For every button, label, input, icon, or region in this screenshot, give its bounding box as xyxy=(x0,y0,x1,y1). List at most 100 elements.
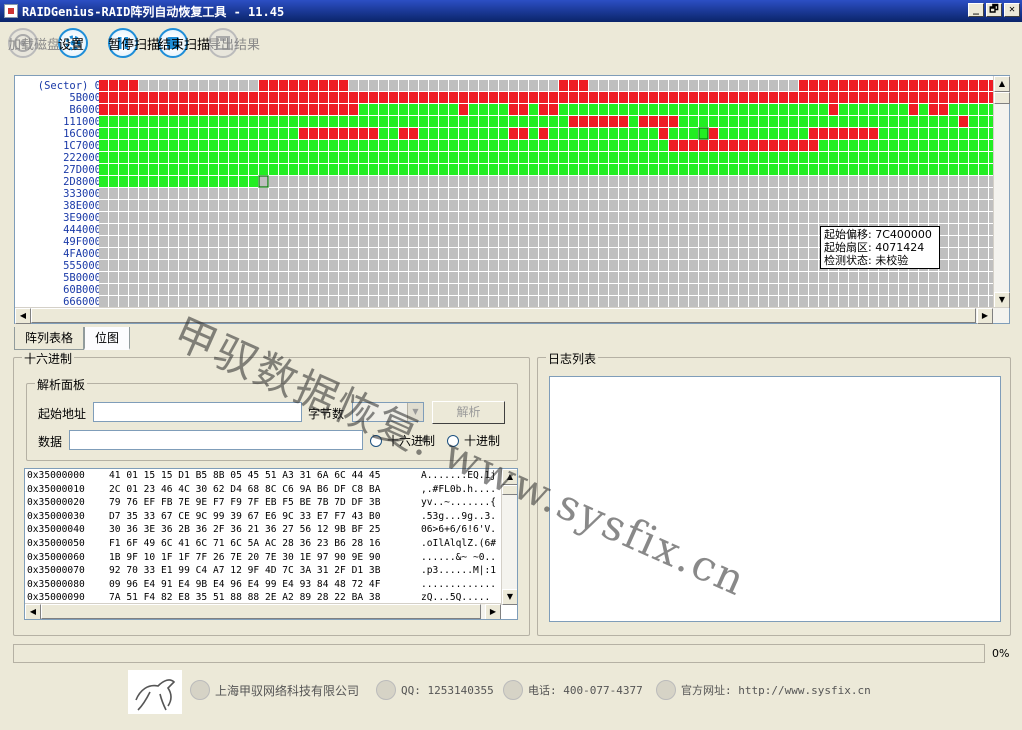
sector-cell[interactable] xyxy=(429,296,438,307)
sector-cell[interactable] xyxy=(539,176,548,187)
sector-cell[interactable] xyxy=(759,176,768,187)
hex-radio[interactable]: 十六进制 xyxy=(370,432,435,449)
sector-cell[interactable] xyxy=(149,200,158,211)
sector-cell[interactable] xyxy=(369,92,378,103)
sector-cell[interactable] xyxy=(339,116,348,127)
sector-cell[interactable] xyxy=(139,224,148,235)
sector-cell[interactable] xyxy=(709,92,718,103)
sector-cell[interactable] xyxy=(669,188,678,199)
sector-cell[interactable] xyxy=(809,236,818,247)
sector-cell[interactable] xyxy=(389,128,398,139)
sector-cell[interactable] xyxy=(369,176,378,187)
sector-cell[interactable] xyxy=(499,188,508,199)
sector-cell[interactable] xyxy=(109,296,118,307)
sector-cell[interactable] xyxy=(839,272,848,283)
sector-cell[interactable] xyxy=(679,284,688,295)
sector-cell[interactable] xyxy=(829,200,838,211)
sector-cell[interactable] xyxy=(189,92,198,103)
sector-cell[interactable] xyxy=(299,152,308,163)
hex-scroll-left-button[interactable]: ◀ xyxy=(25,604,41,619)
sector-cell[interactable] xyxy=(189,128,198,139)
sector-cell[interactable] xyxy=(619,80,628,91)
sector-cell[interactable] xyxy=(949,212,958,223)
sector-cell[interactable] xyxy=(479,248,488,259)
sector-cell[interactable] xyxy=(319,80,328,91)
sector-cell[interactable] xyxy=(349,260,358,271)
sector-cell[interactable] xyxy=(439,188,448,199)
sector-cell[interactable] xyxy=(189,284,198,295)
sector-cell[interactable] xyxy=(559,284,568,295)
sector-cell[interactable] xyxy=(319,176,328,187)
sector-cell[interactable] xyxy=(609,260,618,271)
sector-cell[interactable] xyxy=(399,272,408,283)
sector-cell[interactable] xyxy=(99,272,108,283)
sector-cell[interactable] xyxy=(639,140,648,151)
sector-cell[interactable] xyxy=(889,212,898,223)
sector-cell[interactable] xyxy=(479,260,488,271)
sector-cell[interactable] xyxy=(249,104,258,115)
sector-cell[interactable] xyxy=(99,80,108,91)
sector-cell[interactable] xyxy=(399,140,408,151)
sector-cell[interactable] xyxy=(649,224,658,235)
sector-cell[interactable] xyxy=(859,92,868,103)
hex-row[interactable]: 0x35000060 1B 9F 10 1F 1F 7F 26 7E 20 7E … xyxy=(25,551,517,565)
sector-cell[interactable] xyxy=(209,128,218,139)
sector-cell[interactable] xyxy=(419,248,428,259)
sector-cell[interactable] xyxy=(539,92,548,103)
sector-cell[interactable] xyxy=(659,272,668,283)
sector-cell[interactable] xyxy=(209,104,218,115)
sector-cell[interactable] xyxy=(969,200,978,211)
sector-cell[interactable] xyxy=(559,152,568,163)
sector-cell[interactable] xyxy=(129,80,138,91)
restore-button[interactable]: 🗗 xyxy=(986,3,1002,17)
sector-cell[interactable] xyxy=(709,140,718,151)
sector-cell[interactable] xyxy=(329,188,338,199)
sector-cell[interactable] xyxy=(589,272,598,283)
sector-cell[interactable] xyxy=(379,140,388,151)
sector-cell[interactable] xyxy=(309,164,318,175)
sector-cell[interactable] xyxy=(159,164,168,175)
sector-cell[interactable] xyxy=(109,164,118,175)
sector-cell[interactable] xyxy=(609,164,618,175)
sector-cell[interactable] xyxy=(519,92,528,103)
sector-cell[interactable] xyxy=(889,200,898,211)
sector-cell[interactable] xyxy=(619,176,628,187)
sector-cell[interactable] xyxy=(309,260,318,271)
sector-cell[interactable] xyxy=(339,128,348,139)
sector-cell[interactable] xyxy=(169,284,178,295)
sector-cell[interactable] xyxy=(419,272,428,283)
sector-cell[interactable] xyxy=(189,152,198,163)
sector-cell[interactable] xyxy=(909,116,918,127)
sector-cell[interactable] xyxy=(589,116,598,127)
sector-cell[interactable] xyxy=(299,272,308,283)
sector-cell[interactable] xyxy=(759,236,768,247)
sector-cell[interactable] xyxy=(939,128,948,139)
sector-cell[interactable] xyxy=(329,104,338,115)
sector-cell[interactable] xyxy=(629,200,638,211)
sector-cell[interactable] xyxy=(739,200,748,211)
sector-cell[interactable] xyxy=(849,200,858,211)
sector-cell[interactable] xyxy=(219,260,228,271)
sector-cell[interactable] xyxy=(489,224,498,235)
sector-cell[interactable] xyxy=(829,104,838,115)
sector-cell[interactable] xyxy=(179,116,188,127)
sector-cell[interactable] xyxy=(219,212,228,223)
sector-cell[interactable] xyxy=(289,236,298,247)
sector-cell[interactable] xyxy=(349,80,358,91)
sector-cell[interactable] xyxy=(599,104,608,115)
sector-cell[interactable] xyxy=(659,80,668,91)
sector-cell[interactable] xyxy=(159,152,168,163)
sector-cell[interactable] xyxy=(759,284,768,295)
sector-cell[interactable] xyxy=(239,260,248,271)
sector-cell[interactable] xyxy=(499,296,508,307)
sector-cell[interactable] xyxy=(349,296,358,307)
sector-cell[interactable] xyxy=(739,236,748,247)
sector-cell[interactable] xyxy=(449,188,458,199)
sector-cell[interactable] xyxy=(219,284,228,295)
sector-cell[interactable] xyxy=(409,224,418,235)
sector-cell[interactable] xyxy=(329,128,338,139)
sector-cell[interactable] xyxy=(979,272,988,283)
sector-cell[interactable] xyxy=(479,224,488,235)
sector-cell[interactable] xyxy=(459,176,468,187)
sector-cell[interactable] xyxy=(239,200,248,211)
